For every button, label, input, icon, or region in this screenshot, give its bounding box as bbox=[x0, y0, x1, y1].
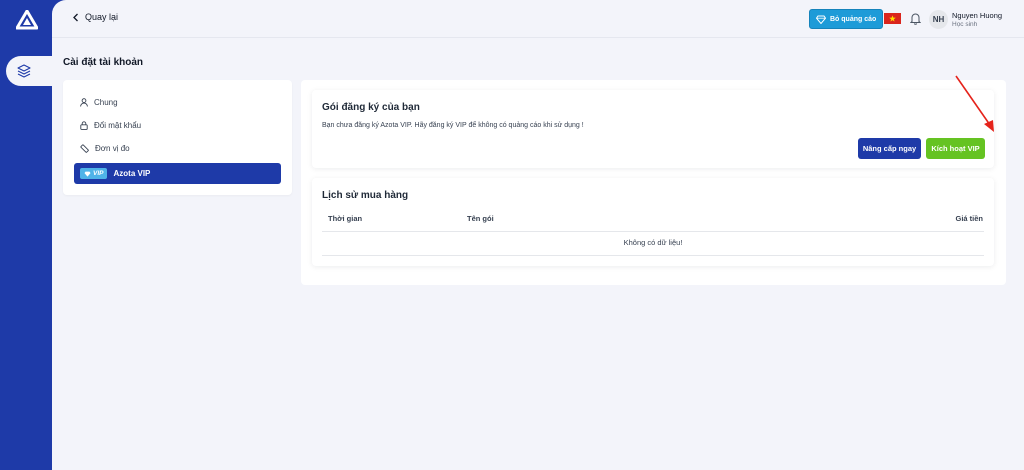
user-icon bbox=[80, 97, 88, 107]
table-header-divider bbox=[322, 231, 984, 232]
subscription-title: Gói đăng ký của bạn bbox=[322, 102, 420, 113]
layers-icon bbox=[17, 64, 31, 78]
ruler-icon bbox=[80, 143, 89, 153]
purchase-history-card: Lịch sử mua hàng Thời gian Tên gói Giá t… bbox=[312, 178, 994, 266]
remove-ads-label: Bỏ quảng cáo bbox=[830, 15, 877, 23]
subscription-card: Gói đăng ký của bạn Bạn chưa đăng ký Azo… bbox=[312, 90, 994, 168]
vip-badge: VIP bbox=[80, 168, 108, 179]
main-area: Quay lại Bỏ quảng cáo NH Nguyen Huong Họ… bbox=[52, 0, 1024, 470]
column-header-price: Giá tiền bbox=[955, 214, 983, 223]
column-header-time: Thời gian bbox=[328, 214, 363, 223]
content-panel: Gói đăng ký của bạn Bạn chưa đăng ký Azo… bbox=[301, 80, 1006, 285]
menu-item-label: Chung bbox=[94, 97, 118, 107]
chevron-left-icon bbox=[73, 13, 78, 21]
menu-item-azota-vip[interactable]: VIP Azota VIP bbox=[74, 163, 281, 184]
user-role: Học sinh bbox=[952, 21, 978, 28]
menu-item-general[interactable]: Chung bbox=[80, 94, 118, 110]
diamond-icon bbox=[816, 15, 826, 24]
annotation-arrow-icon bbox=[955, 75, 994, 132]
nav-layers-active[interactable] bbox=[6, 56, 52, 86]
diamond-icon bbox=[84, 171, 91, 177]
bell-icon[interactable] bbox=[910, 12, 921, 25]
upgrade-now-button[interactable]: Nâng cấp ngay bbox=[858, 138, 921, 159]
left-rail bbox=[0, 0, 52, 470]
column-header-package: Tên gói bbox=[467, 214, 494, 223]
menu-item-label: Đổi mật khẩu bbox=[94, 120, 142, 130]
user-name: Nguyen Huong bbox=[952, 11, 1003, 20]
menu-item-units[interactable]: Đơn vị đo bbox=[80, 140, 130, 156]
vip-badge-label: VIP bbox=[93, 170, 104, 177]
avatar[interactable]: NH bbox=[929, 10, 948, 29]
menu-item-label: Azota VIP bbox=[113, 169, 151, 178]
settings-menu: Chung Đổi mật khẩu Đơn vị đo VIP Azota V… bbox=[63, 80, 292, 195]
back-link[interactable]: Quay lại bbox=[72, 12, 118, 22]
purchase-history-title: Lịch sử mua hàng bbox=[322, 190, 409, 201]
empty-state-text: Không có dữ liệu! bbox=[623, 238, 683, 247]
remove-ads-button[interactable]: Bỏ quảng cáo bbox=[809, 9, 884, 29]
menu-item-label: Đơn vị đo bbox=[95, 143, 130, 153]
top-bar: Quay lại Bỏ quảng cáo NH Nguyen Huong Họ… bbox=[52, 0, 1024, 38]
back-label: Quay lại bbox=[85, 12, 119, 22]
subscription-description: Bạn chưa đăng ký Azota VIP. Hãy đăng ký … bbox=[322, 122, 584, 129]
page-title: Cài đặt tài khoản bbox=[63, 57, 144, 68]
lock-icon bbox=[80, 120, 88, 130]
activate-vip-button[interactable]: Kích hoạt VIP bbox=[926, 138, 985, 159]
azota-logo-icon[interactable] bbox=[16, 10, 38, 30]
table-bottom-divider bbox=[322, 255, 984, 256]
menu-item-change-password[interactable]: Đổi mật khẩu bbox=[80, 117, 141, 133]
vietnam-flag-icon[interactable] bbox=[884, 13, 901, 24]
